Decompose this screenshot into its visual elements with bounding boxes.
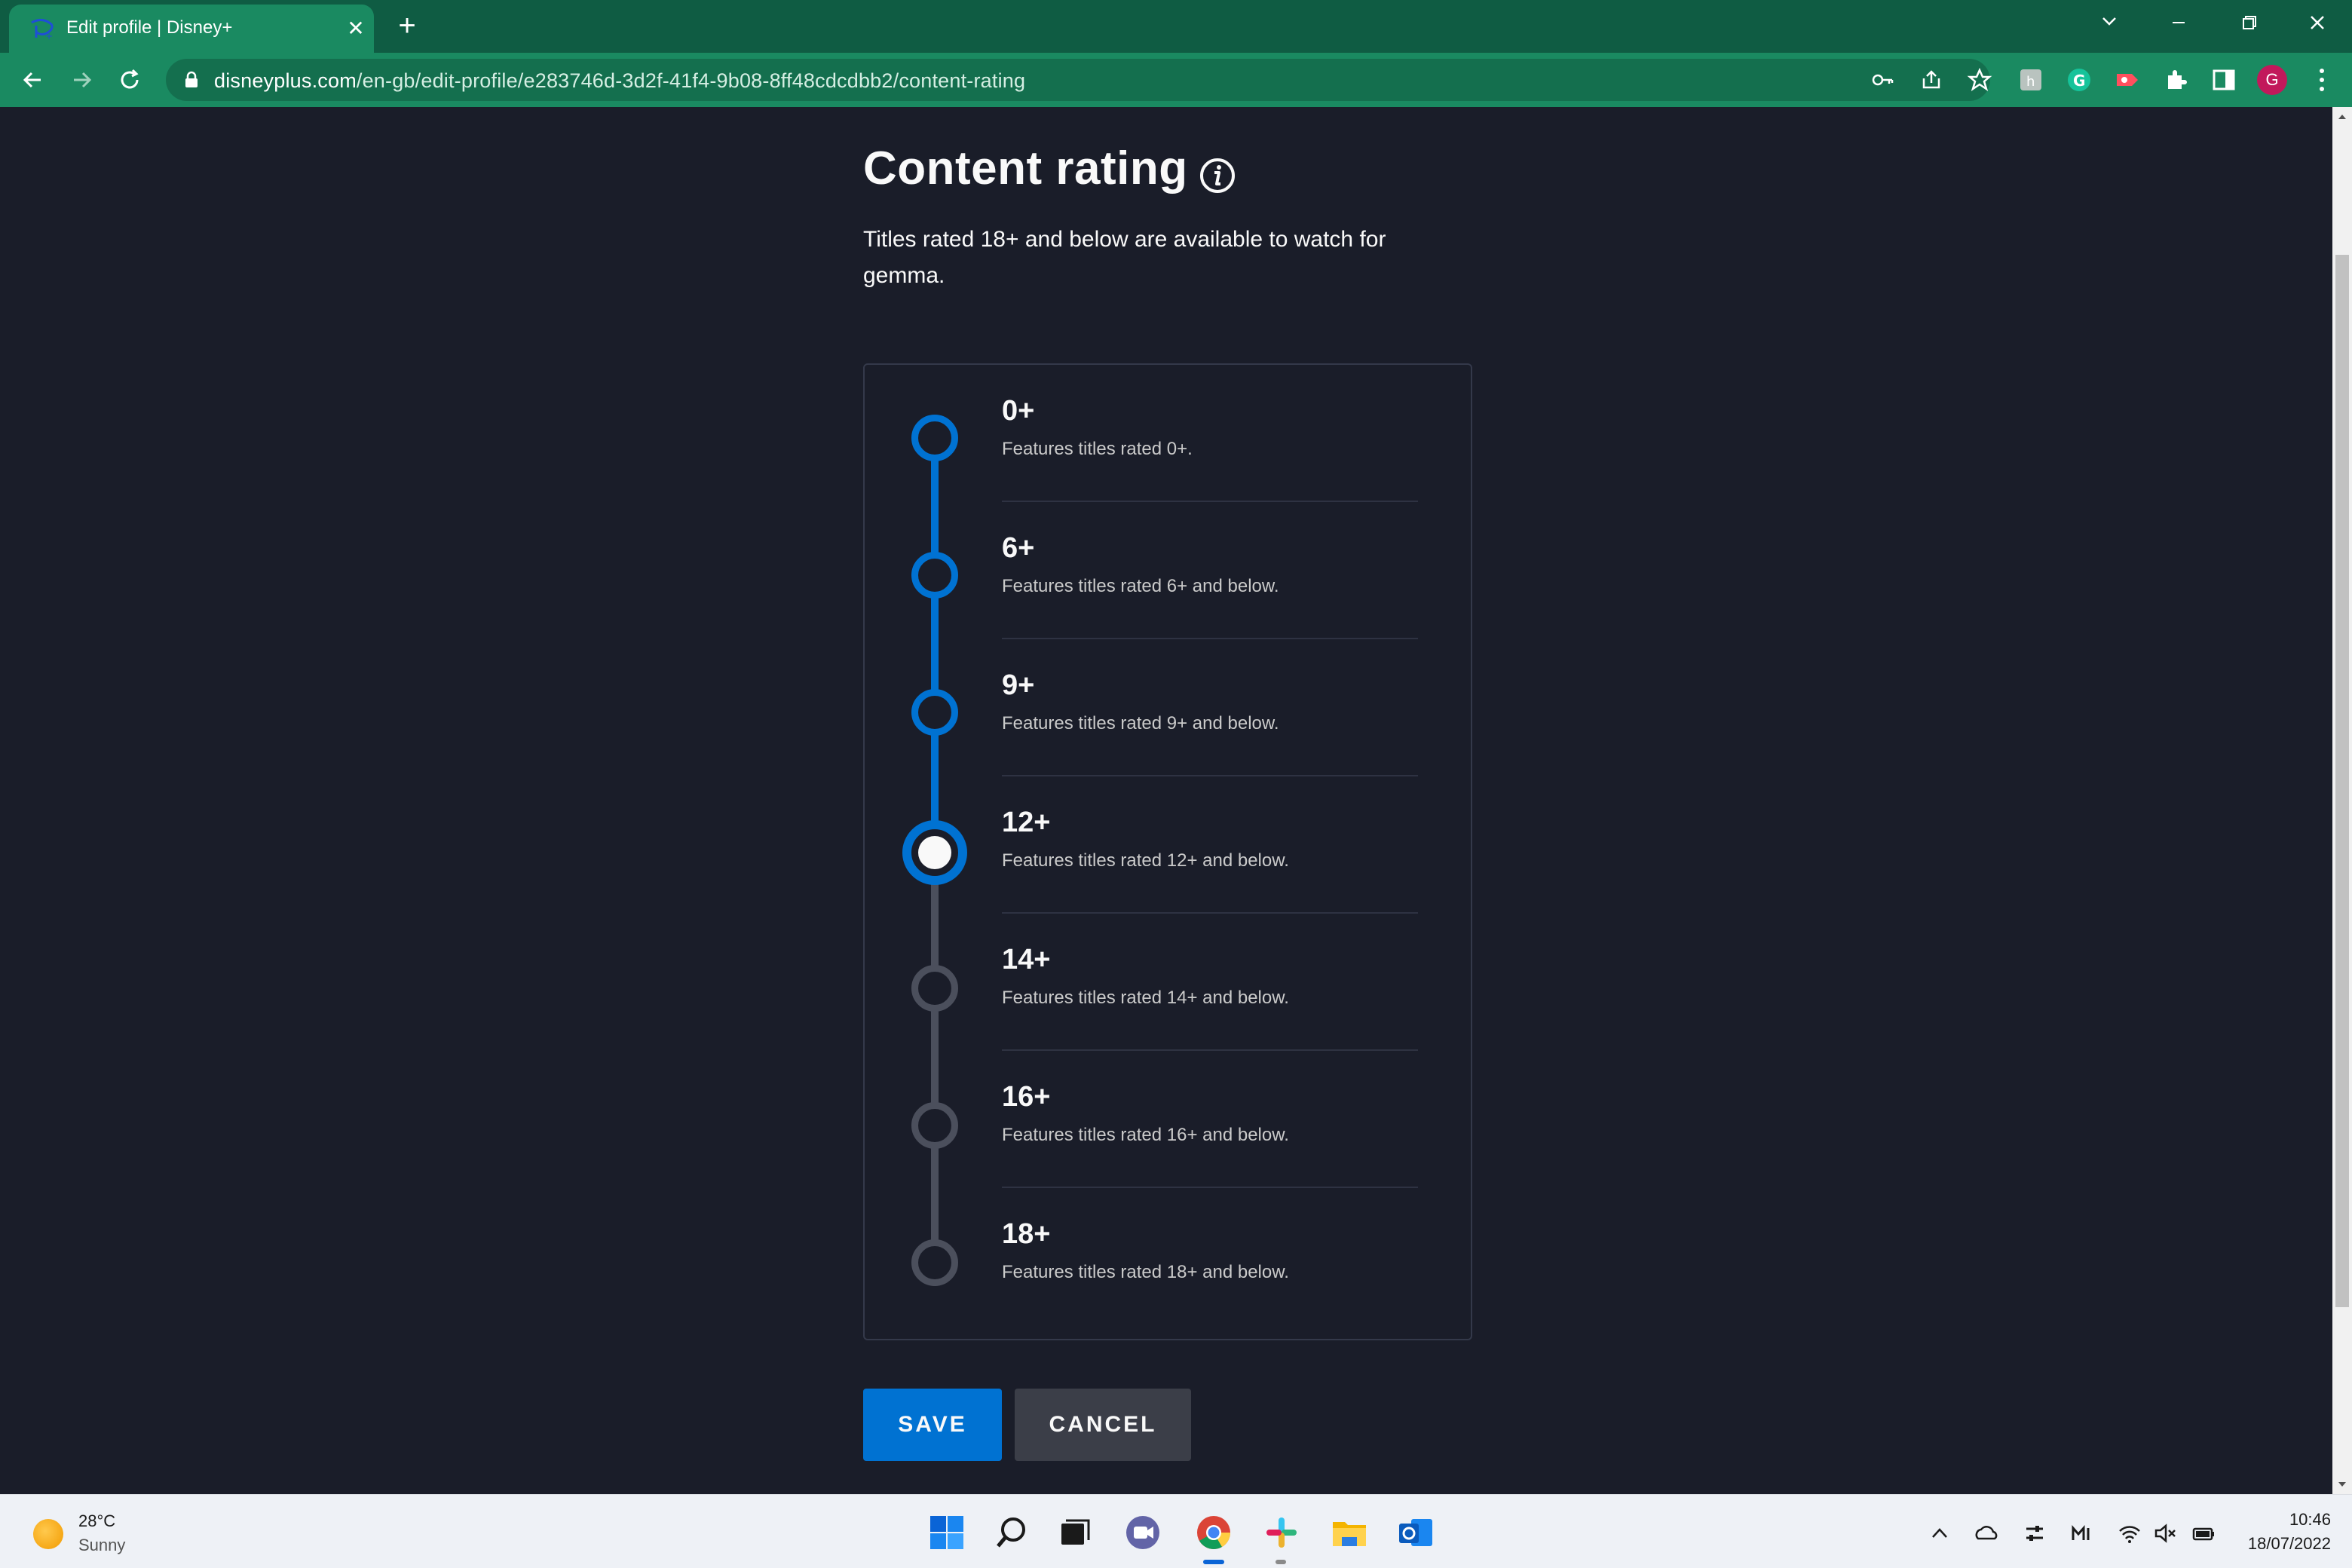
chrome-active-indicator xyxy=(1203,1560,1224,1564)
page-scrollbar[interactable] xyxy=(2332,107,2352,1494)
rating-description: Features titles rated 14+ and below. xyxy=(1002,988,1289,1008)
rating-label: 12+ xyxy=(1002,807,1051,838)
reload-icon[interactable] xyxy=(112,62,148,98)
rating-node-14[interactable] xyxy=(911,965,958,1012)
windows-taskbar: 28°C Sunny 10:46 18/07/2022 xyxy=(0,1494,2352,1568)
cancel-button[interactable]: CANCEL xyxy=(1015,1389,1191,1461)
password-key-icon[interactable] xyxy=(1870,66,1897,93)
forward-icon[interactable] xyxy=(63,62,100,98)
scroll-thumb[interactable] xyxy=(2335,255,2349,1307)
page-title: Content rating xyxy=(863,142,1188,194)
scroll-down-icon[interactable] xyxy=(2335,1478,2349,1491)
side-panel-icon[interactable] xyxy=(2210,66,2237,93)
extension-grey-icon[interactable]: h xyxy=(2017,66,2044,93)
browser-menu-icon[interactable] xyxy=(2308,65,2335,95)
rating-node-12-selected[interactable] xyxy=(902,820,967,885)
file-explorer-icon[interactable] xyxy=(1328,1511,1370,1554)
restore-icon[interactable] xyxy=(2225,5,2271,41)
rating-node-9[interactable] xyxy=(911,689,958,736)
rating-track-active xyxy=(931,439,939,853)
rating-description: Features titles rated 9+ and below. xyxy=(1002,713,1279,733)
minimize-icon[interactable] xyxy=(2156,5,2201,41)
show-hidden-icons-chevron-up-icon[interactable] xyxy=(1927,1521,1952,1546)
weather-temperature[interactable]: 28°C xyxy=(78,1511,115,1531)
volume-muted-icon[interactable] xyxy=(2153,1521,2179,1546)
svg-text:+: + xyxy=(45,31,53,41)
rating-node-18[interactable] xyxy=(911,1239,958,1286)
browser-titlebar: + Edit profile | Disney+ ✕ + xyxy=(0,0,2352,53)
battery-charging-icon[interactable] xyxy=(2191,1521,2216,1546)
rating-option-6[interactable]: 6+ Features titles rated 6+ and below. xyxy=(1002,502,1418,639)
close-window-icon[interactable] xyxy=(2295,5,2340,41)
rating-node-16[interactable] xyxy=(911,1102,958,1149)
clock-date[interactable]: 18/07/2022 xyxy=(2231,1534,2331,1554)
rating-description: Features titles rated 18+ and below. xyxy=(1002,1262,1289,1282)
rating-option-14[interactable]: 14+ Features titles rated 14+ and below. xyxy=(1002,914,1418,1051)
share-icon[interactable] xyxy=(1918,66,1945,93)
settings-sliders-icon[interactable] xyxy=(2022,1521,2047,1546)
rating-node-6[interactable] xyxy=(911,552,958,599)
rating-label: 14+ xyxy=(1002,944,1051,975)
grammarly-icon[interactable]: G xyxy=(2066,66,2093,93)
rating-label: 9+ xyxy=(1002,669,1035,701)
tab-close-icon[interactable]: ✕ xyxy=(341,14,371,44)
slack-running-indicator xyxy=(1276,1560,1286,1564)
svg-text:h: h xyxy=(2026,74,2035,90)
search-icon[interactable] xyxy=(991,1511,1033,1554)
weather-condition[interactable]: Sunny xyxy=(78,1536,125,1555)
task-view-icon[interactable] xyxy=(1054,1511,1096,1554)
rating-node-0[interactable] xyxy=(911,415,958,461)
rating-option-0[interactable]: 0+ Features titles rated 0+. xyxy=(1002,365,1418,502)
info-icon[interactable] xyxy=(1199,157,1236,194)
app-tray-icon[interactable] xyxy=(2069,1521,2094,1546)
outlook-icon[interactable] xyxy=(1395,1511,1437,1554)
rating-option-12[interactable]: 12+ Features titles rated 12+ and below. xyxy=(1002,776,1418,914)
disney-plus-favicon-icon: + xyxy=(31,19,54,41)
rating-description: Features titles rated 6+ and below. xyxy=(1002,576,1279,596)
screen-recorder-icon[interactable] xyxy=(2114,66,2141,93)
svg-text:G: G xyxy=(2073,72,2085,90)
url-text[interactable]: disneyplus.com/en-gb/edit-profile/e28374… xyxy=(214,69,1025,93)
browser-tab-active[interactable]: + Edit profile | Disney+ ✕ xyxy=(9,5,374,53)
rating-option-16[interactable]: 16+ Features titles rated 16+ and below. xyxy=(1002,1051,1418,1188)
wifi-icon[interactable] xyxy=(2117,1521,2142,1546)
rating-label: 6+ xyxy=(1002,532,1035,564)
rating-track-inactive xyxy=(931,853,939,1268)
rating-option-9[interactable]: 9+ Features titles rated 9+ and below. xyxy=(1002,639,1418,776)
rating-description: Features titles rated 16+ and below. xyxy=(1002,1125,1289,1145)
tab-search-icon[interactable] xyxy=(2087,5,2132,41)
windows-start-icon[interactable] xyxy=(926,1511,968,1554)
rating-option-18[interactable]: 18+ Features titles rated 18+ and below. xyxy=(1002,1188,1418,1325)
browser-toolbar: disneyplus.com/en-gb/edit-profile/e28374… xyxy=(0,53,2352,107)
bookmark-star-icon[interactable] xyxy=(1966,66,1993,93)
clock-time[interactable]: 10:46 xyxy=(2277,1510,2331,1530)
rating-subtitle: Titles rated 18+ and below are available… xyxy=(863,227,1386,288)
page-viewport: Content rating Titles rated 18+ and belo… xyxy=(0,107,2332,1494)
teams-chat-icon[interactable] xyxy=(1122,1511,1164,1554)
sunny-weather-icon[interactable] xyxy=(33,1519,63,1549)
profile-avatar[interactable]: G xyxy=(2257,65,2287,95)
back-icon[interactable] xyxy=(15,62,51,98)
rating-description: Features titles rated 0+. xyxy=(1002,439,1193,459)
new-tab-button[interactable]: + xyxy=(390,9,424,42)
scroll-up-icon[interactable] xyxy=(2335,110,2349,124)
tab-title: Edit profile | Disney+ xyxy=(66,17,233,38)
rating-selector: 0+ Features titles rated 0+. 6+ Features… xyxy=(863,363,1472,1340)
rating-label: 16+ xyxy=(1002,1081,1051,1113)
chrome-icon[interactable] xyxy=(1193,1511,1235,1554)
slack-icon[interactable] xyxy=(1260,1511,1303,1554)
extensions-puzzle-icon[interactable] xyxy=(2162,66,2189,93)
rating-description: Features titles rated 12+ and below. xyxy=(1002,850,1289,871)
rating-label: 0+ xyxy=(1002,395,1035,427)
save-button[interactable]: SAVE xyxy=(863,1389,1002,1461)
onedrive-sync-icon[interactable] xyxy=(1974,1521,1999,1546)
rating-label: 18+ xyxy=(1002,1218,1051,1250)
address-bar[interactable]: disneyplus.com/en-gb/edit-profile/e28374… xyxy=(166,59,1993,101)
lock-icon[interactable] xyxy=(181,69,202,90)
